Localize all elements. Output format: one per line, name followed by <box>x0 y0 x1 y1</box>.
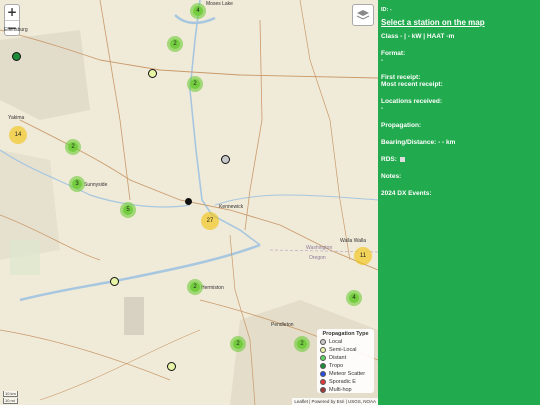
station-cluster[interactable]: 2 <box>65 139 81 155</box>
first-receipt-label: First receipt: <box>381 74 421 81</box>
place-ellensburg: Ellensburg <box>4 27 28 33</box>
legend-title: Propagation Type <box>322 331 369 337</box>
legend-item-local: Local <box>320 338 371 346</box>
bearing-distance: Bearing/Distance: - - km <box>381 139 456 146</box>
locations-label: Locations received: <box>381 98 443 105</box>
station-marker[interactable] <box>148 69 157 78</box>
scale-mi: 10 mi <box>3 398 18 404</box>
format-label: Format: <box>381 50 406 57</box>
place-kennewick: Kennewick <box>219 204 244 210</box>
cluster-count: 2 <box>170 39 180 49</box>
place-hermiston: Hermiston <box>201 285 224 291</box>
legend-item-distant: Distant <box>320 354 371 362</box>
station-cluster[interactable]: 2 <box>187 279 203 295</box>
notes-label: Notes: <box>381 173 402 180</box>
station-marker[interactable] <box>167 362 176 371</box>
legend-item-semi-local: Semi-Local <box>320 346 371 354</box>
cluster-count: 4 <box>193 6 203 16</box>
cluster-count: 11 <box>357 250 369 262</box>
scale-bar: 10 km 10 mi <box>3 390 18 404</box>
layers-button[interactable] <box>352 4 374 26</box>
station-marker[interactable] <box>110 277 119 286</box>
rds-indicator <box>399 156 405 162</box>
map[interactable]: + − Moses Lake Ellensburg Yakima Sunnysi… <box>0 0 378 405</box>
zoom-in-button[interactable]: + <box>5 5 19 20</box>
cluster-count: 2 <box>68 142 78 152</box>
propagation-legend: Propagation Type Local Semi-Local Distan… <box>317 329 374 393</box>
class-line: Class - | - kW | HAAT -m <box>381 33 455 40</box>
station-cluster[interactable]: 3 <box>69 176 85 192</box>
recent-receipt-label: Most recent receipt: <box>381 81 443 88</box>
station-cluster[interactable]: 4 <box>346 290 362 306</box>
rds-row: RDS: <box>381 156 537 163</box>
station-info-panel: ID: - Select a station on the map Class … <box>378 0 540 405</box>
station-cluster[interactable]: 2 <box>167 36 183 52</box>
dx-events-label: 2024 DX Events: <box>381 190 432 197</box>
legend-item-sporadic-e: Sporadic E <box>320 378 371 386</box>
cluster-count: 27 <box>204 215 216 227</box>
station-marker[interactable] <box>12 52 21 61</box>
map-attribution[interactable]: Leaflet | Powered by Esri | USGS, NOAA <box>292 398 378 405</box>
station-cluster[interactable]: 4 <box>190 3 206 19</box>
rds-label: RDS: <box>381 156 397 163</box>
legend-item-multi-hop: Multi-hop <box>320 386 371 394</box>
format-value: - <box>381 57 384 64</box>
station-cluster[interactable]: 5 <box>120 202 136 218</box>
station-marker[interactable] <box>185 198 192 205</box>
cluster-count: 2 <box>190 282 200 292</box>
cluster-count: 2 <box>190 79 200 89</box>
place-washington: Washington <box>306 245 333 251</box>
cluster-count: 2 <box>297 339 307 349</box>
place-walla-walla: Walla Walla <box>340 238 367 244</box>
station-cluster[interactable]: 2 <box>187 76 203 92</box>
station-cluster[interactable]: 2 <box>294 336 310 352</box>
legend-item-tropo: Tropo <box>320 362 371 370</box>
station-cluster[interactable]: 27 <box>201 212 219 230</box>
place-yakima: Yakima <box>8 115 25 121</box>
station-cluster[interactable]: 2 <box>230 336 246 352</box>
cluster-count: 3 <box>72 179 82 189</box>
place-moses-lake: Moses Lake <box>206 1 233 7</box>
panel-title: Select a station on the map <box>381 18 485 27</box>
cluster-count: 14 <box>12 129 24 141</box>
place-pendleton: Pendleton <box>271 322 294 328</box>
station-id: ID: - <box>381 7 392 13</box>
place-sunnyside: Sunnyside <box>84 182 108 188</box>
scale-km: 10 km <box>3 391 18 397</box>
legend-item-meteor-scatter: Meteor Scatter <box>320 370 371 378</box>
layers-icon <box>356 10 370 20</box>
propagation-label: Propagation: <box>381 122 422 129</box>
locations-value: - <box>381 105 384 112</box>
station-cluster[interactable]: 11 <box>354 247 372 265</box>
cluster-count: 4 <box>349 293 359 303</box>
station-marker[interactable] <box>221 155 230 164</box>
cluster-count: 2 <box>233 339 243 349</box>
place-oregon: Oregon <box>309 255 326 261</box>
cluster-count: 5 <box>123 205 133 215</box>
station-cluster[interactable]: 14 <box>9 126 27 144</box>
